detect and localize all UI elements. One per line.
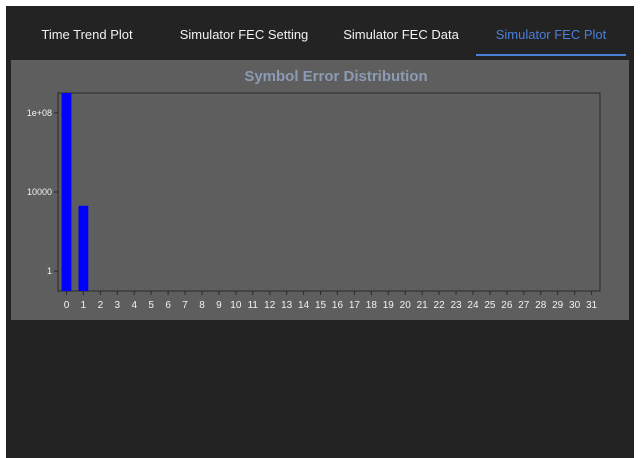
x-tick-label: 0 — [64, 300, 70, 311]
x-tick-label: 9 — [216, 300, 222, 311]
x-tick-label: 13 — [281, 300, 293, 311]
x-tick-label: 22 — [434, 300, 446, 311]
x-tick-label: 12 — [264, 300, 276, 311]
tab-simulator-fec-setting[interactable]: Simulator FEC Setting — [164, 16, 324, 56]
x-tick-label: 7 — [182, 300, 188, 311]
x-tick-label: 19 — [383, 300, 395, 311]
tab-label: Time Trend Plot — [41, 27, 133, 42]
x-tick-label: 5 — [148, 300, 154, 311]
x-tick-label: 23 — [450, 300, 462, 311]
x-tick-label: 28 — [535, 300, 547, 311]
y-tick-label: 1 — [47, 266, 52, 276]
y-tick-label: 10000 — [27, 187, 52, 197]
x-tick-label: 10 — [230, 300, 242, 311]
x-tick-label: 15 — [315, 300, 327, 311]
plot-area — [57, 92, 601, 292]
y-tick-label: 1e+08 — [27, 108, 52, 118]
x-tick-label: 29 — [552, 300, 564, 311]
x-tick-label: 27 — [518, 300, 530, 311]
symbol-error-chart: Symbol Error Distribution 1100001e+08 01… — [27, 68, 601, 311]
empty-content-area — [6, 320, 634, 458]
x-tick-label: 2 — [98, 300, 104, 311]
chart-title: Symbol Error Distribution — [244, 68, 427, 85]
x-tick-label: 20 — [400, 300, 412, 311]
x-tick-label: 6 — [165, 300, 171, 311]
tab-simulator-fec-plot[interactable]: Simulator FEC Plot — [476, 16, 626, 56]
tab-label: Simulator FEC Plot — [495, 27, 607, 42]
active-tab-indicator — [476, 54, 626, 56]
x-tick-label: 3 — [115, 300, 121, 311]
x-tick-label: 30 — [569, 300, 581, 311]
x-tick-label: 14 — [298, 300, 310, 311]
x-tick-label: 31 — [586, 300, 598, 311]
x-tick-label: 4 — [131, 300, 137, 311]
x-tick-label: 16 — [332, 300, 344, 311]
x-tick-label: 26 — [501, 300, 513, 311]
app-window: Time Trend Plot Simulator FEC Setting Si… — [6, 6, 634, 458]
tab-label: Simulator FEC Data — [343, 27, 459, 42]
x-tick-label: 25 — [484, 300, 496, 311]
x-tick-label: 11 — [248, 300, 259, 311]
x-tick-label: 17 — [349, 300, 361, 311]
x-tick-label: 18 — [366, 300, 378, 311]
x-tick-label: 1 — [81, 300, 87, 311]
tab-time-trend-plot[interactable]: Time Trend Plot — [22, 16, 152, 56]
tab-bar: Time Trend Plot Simulator FEC Setting Si… — [6, 16, 634, 58]
tab-simulator-fec-data[interactable]: Simulator FEC Data — [328, 16, 474, 56]
bar-1 — [78, 205, 89, 291]
x-tick-label: 8 — [199, 300, 205, 311]
plot-panel: Symbol Error Distribution 1 10000 1e+08 01… — [11, 60, 629, 320]
bar-0 — [61, 93, 72, 291]
x-tick-label: 21 — [417, 300, 429, 311]
tab-label: Simulator FEC Setting — [179, 27, 309, 42]
x-tick-label: 24 — [467, 300, 479, 311]
